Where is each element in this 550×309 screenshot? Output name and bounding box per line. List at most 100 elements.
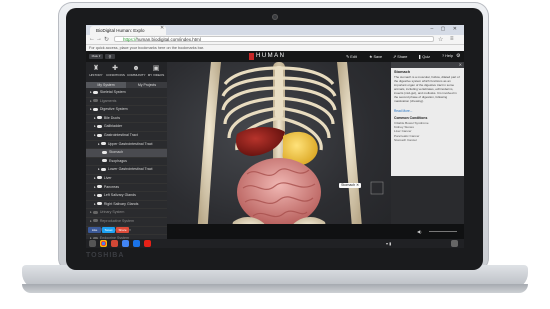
toolbar-save-label: Save [373, 55, 383, 59]
menu-icon[interactable]: ≡ [450, 36, 454, 42]
url-scheme: https:// [123, 37, 137, 42]
tree-item[interactable]: ▸ Bile Ducts [86, 115, 167, 124]
conditions-icon: ✚ [112, 65, 118, 72]
status-tray[interactable]: ▾ ▮ [386, 240, 391, 247]
address-bar-row: ← → ↻ https://human.biodigital.com/index… [86, 35, 464, 45]
tab-close-icon[interactable]: ✕ [160, 25, 164, 31]
bookmarks-hint: For quick access, place your bookmarks h… [89, 46, 205, 50]
volume-slider[interactable] [429, 231, 457, 232]
docs-icon[interactable] [122, 240, 129, 247]
tree-item[interactable]: ▸ Digestive System [86, 106, 167, 115]
community-icon: ☻ [132, 65, 140, 72]
category-bar: ♜ HISTORY ✚ CONDITIONS ☻ COMMUNITY ▣ MY VIDE… [86, 62, 167, 82]
tree-item[interactable]: Esophagus [86, 158, 167, 167]
tree-item-label: Urinary System [99, 210, 125, 215]
tree-item[interactable]: ▸ Skeletal System [86, 89, 167, 98]
toolbar-help[interactable]: ? Help [442, 54, 453, 58]
search-icon[interactable]: ⚲ [105, 54, 115, 59]
visibility-toggle[interactable] [92, 219, 98, 223]
category-community[interactable]: ☻ COMMUNITY [127, 64, 146, 77]
visibility-toggle[interactable] [96, 193, 102, 197]
category-history[interactable]: ♜ HISTORY [87, 64, 105, 77]
toolbar-save[interactable]: ★ Save [369, 54, 382, 59]
tree-item[interactable]: ▸ Liver [86, 175, 167, 184]
zoom-control[interactable] [370, 181, 384, 195]
visibility-toggle[interactable] [92, 99, 98, 103]
info-panel-header [391, 62, 464, 68]
browser-tab[interactable]: BioDigital Human: Explo [90, 26, 166, 35]
toolbar-edit[interactable]: ✎ Edit [346, 54, 357, 59]
tab-my-projects[interactable]: My Projects [127, 82, 167, 88]
category-my-videos[interactable]: ▣ MY VIDEOS [147, 64, 165, 77]
volume-icon[interactable]: ◀) [417, 229, 421, 234]
videos-icon: ▣ [152, 65, 160, 72]
visibility-toggle[interactable] [96, 202, 102, 206]
tree-item[interactable]: ▸ Left Salivary Glands [86, 192, 167, 201]
youtube-icon[interactable] [144, 240, 151, 247]
tree-item-label: Lower Gastrointestinal Tract [107, 167, 153, 172]
stomach-label[interactable]: Stomach ✕ [339, 183, 362, 188]
launcher-icon[interactable] [89, 240, 96, 247]
tree-item[interactable]: ▸ Urinary System [86, 209, 167, 218]
tab-title: BioDigital Human: Explo [96, 28, 145, 33]
gmail-icon[interactable] [111, 240, 118, 247]
visibility-toggle[interactable] [96, 176, 102, 180]
tree-item[interactable]: ▸ Lower Gastrointestinal Tract [86, 166, 167, 175]
human-app: Male ▾ ⚲ HUMAN ✎ Edit ★ Save ⇗ Share ❚ Q… [86, 51, 464, 244]
laptop-base-lip [22, 284, 528, 293]
tree-item-label: Pancreas [103, 184, 119, 189]
facebook-like-button[interactable]: Like [88, 227, 101, 233]
chrome-icon[interactable] [100, 240, 107, 247]
visibility-toggle[interactable] [100, 142, 106, 146]
tree-item[interactable]: ▸ Reproductive System [86, 218, 167, 227]
visibility-toggle[interactable] [96, 116, 102, 120]
webcam [272, 14, 278, 20]
reload-icon[interactable]: ↻ [104, 36, 109, 43]
conditions-list: Irritable Bowel Syndrome Kidney Stones L… [394, 121, 429, 142]
tree-item-label: Digestive System [99, 107, 128, 112]
category-community-label: COMMUNITY [127, 73, 146, 77]
tree-item[interactable]: ▸ Gallbladder [86, 123, 167, 132]
stomach-label-text: Stomach [341, 183, 356, 187]
sidebar: ♜ HISTORY ✚ CONDITIONS ☻ COMMUNITY ▣ MY VIDE… [86, 62, 167, 244]
anatomy-viewer[interactable] [167, 62, 391, 239]
tree-item[interactable]: ▸ Pancreas [86, 184, 167, 193]
tree-item[interactable]: Stomach [86, 149, 167, 158]
main-menu-button[interactable]: Male ▾ [89, 54, 103, 59]
visibility-toggle[interactable] [92, 90, 98, 94]
info-close-icon[interactable]: ✕ [459, 62, 462, 68]
category-conditions[interactable]: ✚ CONDITIONS [106, 64, 125, 77]
tweet-button[interactable]: Tweet [102, 227, 115, 233]
tree-item[interactable]: ▸ Ligaments [86, 98, 167, 107]
toolbar-share[interactable]: ⇗ Share [393, 54, 407, 59]
visibility-toggle[interactable] [102, 150, 107, 154]
anatomy-model [197, 62, 384, 239]
tree-item[interactable]: ▸ Upper Gastrointestinal Tract [86, 141, 167, 150]
read-more-link[interactable]: Read More... [394, 109, 412, 113]
search-app-icon[interactable] [133, 240, 140, 247]
right-humerus [337, 62, 363, 239]
visibility-toggle[interactable] [100, 167, 106, 171]
toolbar-share-label: Share [397, 55, 408, 59]
visibility-toggle[interactable] [96, 124, 102, 128]
tree-item[interactable]: ▸ Right Salivary Glands [86, 201, 167, 210]
visibility-toggle[interactable] [102, 159, 107, 163]
toolbar-help-label: Help [445, 54, 453, 58]
tab-my-system[interactable]: My System [86, 82, 126, 88]
share-button[interactable]: Share [116, 227, 129, 233]
visibility-toggle[interactable] [92, 107, 98, 111]
visibility-toggle[interactable] [96, 133, 102, 137]
toolbar-quiz[interactable]: ❚ Quiz [418, 54, 430, 59]
visibility-toggle[interactable] [96, 185, 102, 189]
back-icon[interactable]: ← [89, 36, 95, 42]
condition-item[interactable]: Stomach Cancer [394, 138, 429, 142]
user-avatar[interactable] [451, 240, 458, 247]
url-input[interactable]: https://human.biodigital.com/index.html [114, 36, 434, 42]
settings-icon[interactable]: ⚙ [456, 53, 460, 59]
forward-icon[interactable]: → [96, 36, 102, 42]
tree-item[interactable]: ▸ Gastrointestinal Tract [86, 132, 167, 141]
star-icon[interactable]: ☆ [438, 36, 443, 43]
tree-item-label: Gastrointestinal Tract [103, 132, 138, 137]
window-controls[interactable]: – ▢ ✕ [431, 26, 460, 32]
visibility-toggle[interactable] [92, 210, 98, 214]
